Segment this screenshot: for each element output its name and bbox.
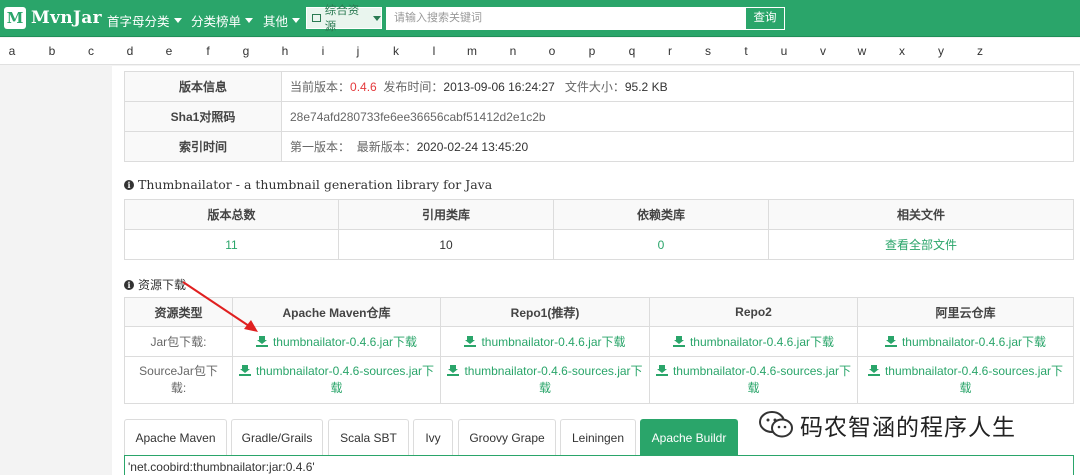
tab-leiningen[interactable]: Leiningen bbox=[560, 419, 636, 455]
tab-groovy-grape[interactable]: Groovy Grape bbox=[458, 419, 556, 455]
tab-ivy[interactable]: Ivy bbox=[413, 419, 453, 455]
tab-apache-maven[interactable]: Apache Maven bbox=[124, 419, 227, 455]
dependency-code-box[interactable]: 'net.coobird:thumbnailator:jar:0.4.6' bbox=[124, 455, 1074, 475]
wechat-watermark: 码农智涵的程序人生 bbox=[758, 408, 1016, 442]
watermark-text: 码农智涵的程序人生 bbox=[800, 414, 1016, 440]
tab-gradle-grails[interactable]: Gradle/Grails bbox=[231, 419, 323, 455]
tab-apache-buildr[interactable]: Apache Buildr bbox=[640, 419, 738, 455]
red-arrow-annotation bbox=[182, 281, 258, 332]
wechat-icon bbox=[759, 411, 793, 438]
tab-scala-sbt[interactable]: Scala SBT bbox=[328, 419, 409, 455]
